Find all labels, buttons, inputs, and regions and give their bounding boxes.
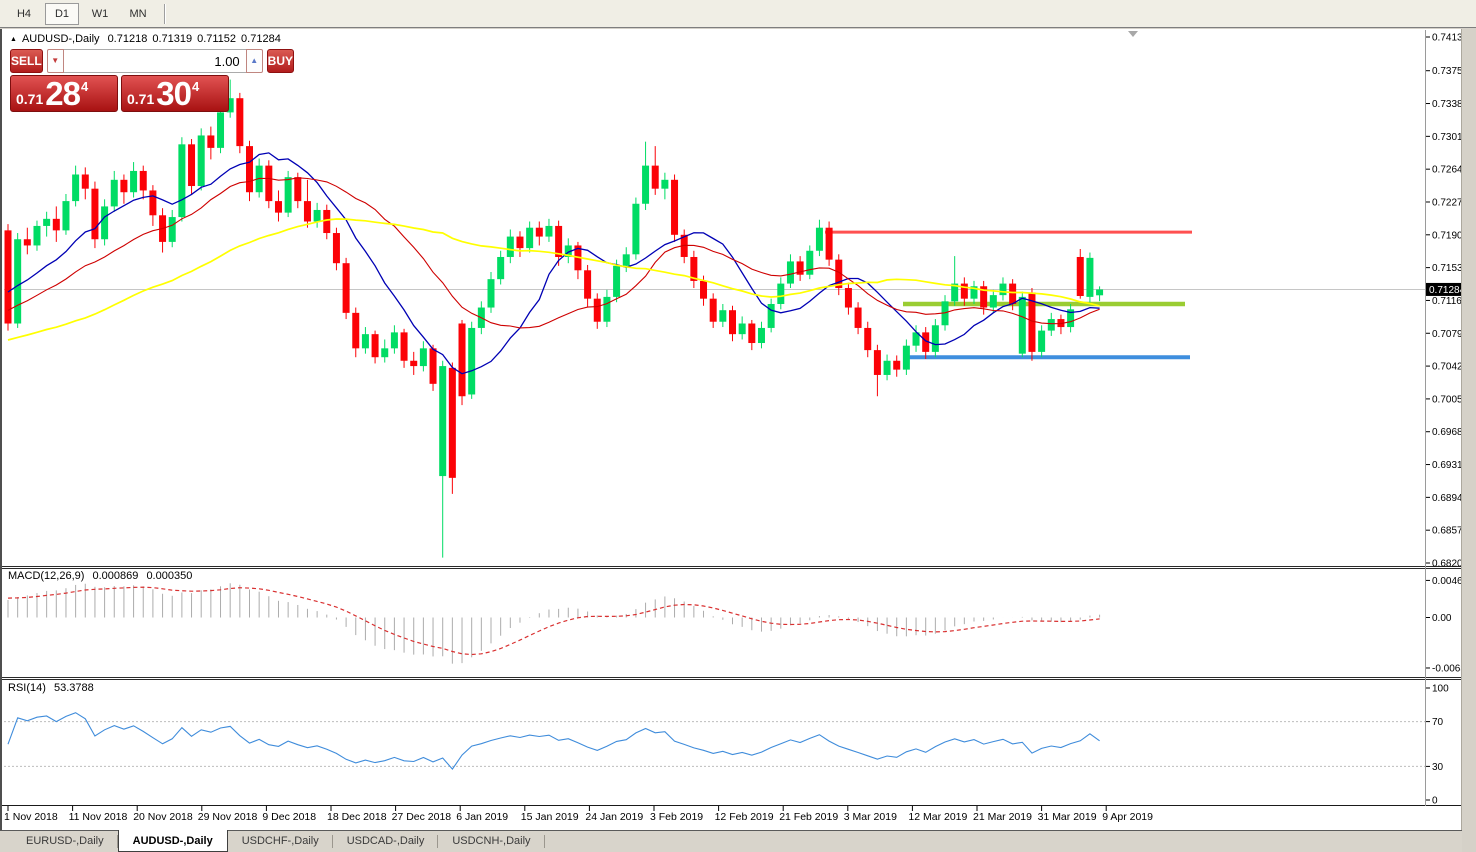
sell-price-box[interactable]: 0.71 28 4 bbox=[10, 75, 118, 112]
symbol-period-label: AUDUSD-,Daily bbox=[22, 33, 100, 45]
one-click-trading-panel: SELL ▼ ▲ BUY 0.71 28 4 0.71 30 4 bbox=[10, 49, 229, 112]
timeframe-button-d1[interactable]: D1 bbox=[45, 3, 79, 25]
mt4-platform-window: { "toolbar": { "timeframes": [ {"label":… bbox=[0, 0, 1476, 852]
tab-usdchf-daily[interactable]: USDCHF-,Daily bbox=[228, 831, 333, 852]
timeframe-button-h4[interactable]: H4 bbox=[7, 3, 41, 25]
buy-price-prefix: 0.71 bbox=[127, 91, 154, 107]
lot-increase-icon[interactable]: ▲ bbox=[246, 49, 263, 73]
sell-button[interactable]: SELL bbox=[10, 49, 43, 73]
buy-price-pipette: 4 bbox=[192, 79, 199, 94]
macd-signal-value: 0.000350 bbox=[146, 570, 192, 582]
tab-audusd-daily[interactable]: AUDUSD-,Daily bbox=[118, 830, 228, 852]
chart-title: ▲ AUDUSD-,Daily 0.71218 0.71319 0.71152 … bbox=[10, 33, 286, 45]
buy-price-main: 30 bbox=[156, 77, 191, 110]
rsi-value: 53.3788 bbox=[54, 682, 94, 694]
collapse-triangle-icon[interactable]: ▲ bbox=[10, 36, 17, 43]
buy-button[interactable]: BUY bbox=[267, 49, 294, 73]
lot-size-stepper: ▼ ▲ bbox=[47, 49, 263, 73]
macd-name: MACD(12,26,9) bbox=[8, 570, 84, 582]
rsi-name: RSI(14) bbox=[8, 682, 46, 694]
rsi-indicator-label: RSI(14) 53.3788 bbox=[8, 682, 99, 694]
macd-indicator-label: MACD(12,26,9) 0.000869 0.000350 bbox=[8, 570, 197, 582]
tab-usdcnh-daily[interactable]: USDCNH-,Daily bbox=[438, 831, 544, 852]
sell-price-pipette: 4 bbox=[81, 79, 88, 94]
ohlc-high: 0.71319 bbox=[152, 33, 192, 45]
buy-price-box[interactable]: 0.71 30 4 bbox=[121, 75, 229, 112]
lot-decrease-icon[interactable]: ▼ bbox=[47, 49, 64, 73]
sell-price-prefix: 0.71 bbox=[16, 91, 43, 107]
chart-tab-bar: EURUSD-,Daily AUDUSD-,Daily USDCHF-,Dail… bbox=[0, 830, 1462, 852]
ohlc-close: 0.71284 bbox=[241, 33, 281, 45]
lot-size-input[interactable] bbox=[64, 49, 246, 73]
macd-value: 0.000869 bbox=[92, 570, 138, 582]
timeframe-toolbar: H4 D1 W1 MN bbox=[0, 0, 1476, 28]
vertical-scrollbar[interactable] bbox=[1461, 29, 1476, 852]
tab-usdcad-daily[interactable]: USDCAD-,Daily bbox=[333, 831, 439, 852]
ohlc-low: 0.71152 bbox=[197, 33, 236, 45]
ohlc-open: 0.71218 bbox=[108, 33, 148, 45]
timeframe-button-w1[interactable]: W1 bbox=[83, 3, 117, 25]
toolbar-separator bbox=[164, 4, 166, 24]
timeframe-button-mn[interactable]: MN bbox=[121, 3, 155, 25]
tab-eurusd-daily[interactable]: EURUSD-,Daily bbox=[12, 831, 118, 852]
chart-area[interactable] bbox=[4, 30, 1424, 806]
sell-price-main: 28 bbox=[45, 77, 80, 110]
